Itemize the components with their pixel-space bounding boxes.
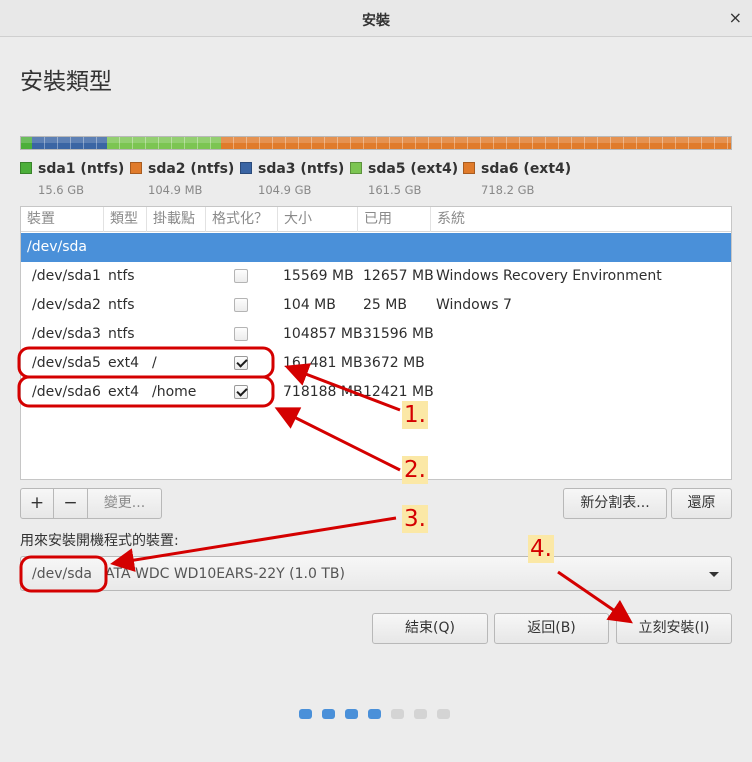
bootloader-device: /dev/sda xyxy=(32,566,92,582)
used-cell: 25 MB xyxy=(363,297,407,313)
column-header-mount[interactable]: 掛載點 xyxy=(147,207,206,232)
legend-swatch xyxy=(240,162,252,174)
device-cell: /dev/sda6 xyxy=(32,384,101,400)
table-row[interactable]: /dev/sda2 ntfs 104 MB 25 MB Windows 7 xyxy=(21,291,731,320)
new-partition-table-button[interactable]: 新分割表... xyxy=(563,488,667,519)
legend-size: 104.9 MB xyxy=(148,183,203,197)
legend-size: 161.5 GB xyxy=(368,183,422,197)
close-icon[interactable]: × xyxy=(729,8,742,27)
used-cell: 12657 MB xyxy=(363,268,434,284)
title-bar: 安裝 × xyxy=(0,0,752,37)
progress-dot xyxy=(322,709,335,719)
partition-segment-sda1 xyxy=(21,137,33,149)
size-cell: 161481 MB xyxy=(283,355,363,371)
type-cell: ntfs xyxy=(108,268,135,284)
partition-segment-sda6 xyxy=(221,137,731,149)
table-row[interactable]: /dev/sda5 ext4 / 161481 MB 3672 MB xyxy=(21,349,731,378)
progress-dot xyxy=(414,709,427,719)
column-header-device[interactable]: 裝置 xyxy=(21,207,104,232)
quit-button[interactable]: 結束(Q) xyxy=(372,613,488,644)
partition-table: 裝置 類型 掛載點 格式化？ 大小 已用 系統 /dev/sda /dev/sd… xyxy=(20,206,732,480)
install-now-button[interactable]: 立刻安裝(I) xyxy=(616,613,732,644)
change-partition-button[interactable]: 變更... xyxy=(87,488,162,519)
annotation-label-2: 2. xyxy=(402,456,428,484)
annotation-label-3: 3. xyxy=(402,505,428,533)
window-title: 安裝 xyxy=(362,13,390,29)
format-checkbox[interactable] xyxy=(234,298,248,312)
remove-partition-button[interactable]: − xyxy=(53,488,88,519)
legend-name: sda1 (ntfs) xyxy=(38,161,125,177)
bootloader-label: 用來安裝開機程式的裝置: xyxy=(20,533,179,549)
progress-dot xyxy=(345,709,358,719)
device-cell: /dev/sda3 xyxy=(32,326,101,342)
legend-name: sda2 (ntfs) xyxy=(148,161,235,177)
type-cell: ext4 xyxy=(108,384,140,400)
size-cell: 104 MB xyxy=(283,297,336,313)
column-header-size[interactable]: 大小 xyxy=(278,207,358,232)
device-cell: /dev/sda1 xyxy=(32,268,101,284)
legend-swatch xyxy=(463,162,475,174)
device-cell: /dev/sda xyxy=(27,239,87,255)
used-cell: 3672 MB xyxy=(363,355,425,371)
column-header-system[interactable]: 系統 xyxy=(431,207,731,232)
annotation-label-1: 1. xyxy=(402,401,428,429)
legend-size: 15.6 GB xyxy=(38,183,85,197)
type-cell: ntfs xyxy=(108,297,135,313)
legend-size: 104.9 GB xyxy=(258,183,312,197)
system-cell: Windows Recovery Environment xyxy=(436,268,662,284)
mount-cell: / xyxy=(152,355,157,371)
column-header-type[interactable]: 類型 xyxy=(104,207,147,232)
format-checkbox[interactable] xyxy=(234,269,248,283)
type-cell: ntfs xyxy=(108,326,135,342)
legend-name: sda3 (ntfs) xyxy=(258,161,345,177)
annotation-label-4: 4. xyxy=(528,535,554,563)
legend-swatch xyxy=(130,162,142,174)
format-checkbox[interactable] xyxy=(234,327,248,341)
partition-toolbar: + − 變更... xyxy=(20,488,162,519)
type-cell: ext4 xyxy=(108,355,140,371)
table-row-disk[interactable]: /dev/sda xyxy=(21,233,731,262)
column-header-format[interactable]: 格式化？ xyxy=(206,207,278,232)
page-title: 安裝類型 xyxy=(20,69,112,95)
device-cell: /dev/sda5 xyxy=(32,355,101,371)
table-header: 裝置 類型 掛載點 格式化？ 大小 已用 系統 xyxy=(21,207,731,232)
size-cell: 15569 MB xyxy=(283,268,354,284)
table-row[interactable]: /dev/sda6 ext4 /home 718188 MB 12421 MB xyxy=(21,378,731,407)
progress-dot xyxy=(391,709,404,719)
device-cell: /dev/sda2 xyxy=(32,297,101,313)
table-row[interactable]: /dev/sda1 ntfs 15569 MB 12657 MB Windows… xyxy=(21,262,731,291)
legend-swatch xyxy=(350,162,362,174)
column-header-used[interactable]: 已用 xyxy=(358,207,431,232)
legend-swatch xyxy=(20,162,32,174)
used-cell: 31596 MB xyxy=(363,326,434,342)
system-cell: Windows 7 xyxy=(436,297,512,313)
progress-dot xyxy=(299,709,312,719)
mount-cell: /home xyxy=(152,384,197,400)
table-row[interactable]: /dev/sda3 ntfs 104857 MB 31596 MB xyxy=(21,320,731,349)
revert-button[interactable]: 還原 xyxy=(671,488,732,519)
partition-segment-sda3 xyxy=(32,137,107,149)
progress-dot xyxy=(437,709,450,719)
progress-dot xyxy=(368,709,381,719)
legend-name: sda5 (ext4) xyxy=(368,161,459,177)
bootloader-model: ATA WDC WD10EARS-22Y (1.0 TB) xyxy=(105,566,345,582)
back-button[interactable]: 返回(B) xyxy=(494,613,609,644)
legend-size: 718.2 GB xyxy=(481,183,535,197)
size-cell: 718188 MB xyxy=(283,384,363,400)
bootloader-device-select[interactable]: /dev/sda ATA WDC WD10EARS-22Y (1.0 TB) xyxy=(20,556,732,591)
partition-segment-sda5 xyxy=(106,137,222,149)
format-checkbox[interactable] xyxy=(234,385,248,399)
size-cell: 104857 MB xyxy=(283,326,363,342)
chevron-down-icon xyxy=(709,572,719,577)
partition-usage-bar xyxy=(20,136,732,150)
add-partition-button[interactable]: + xyxy=(20,488,54,519)
format-checkbox[interactable] xyxy=(234,356,248,370)
legend-name: sda6 (ext4) xyxy=(481,161,572,177)
